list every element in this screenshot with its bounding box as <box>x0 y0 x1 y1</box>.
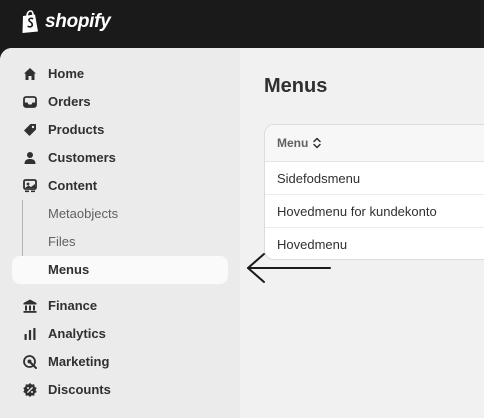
shopify-logo[interactable]: shopify <box>20 10 111 34</box>
target-icon <box>23 355 37 369</box>
table-header: Menu <box>265 125 484 162</box>
bank-icon <box>23 299 37 313</box>
sidebar-item-marketing[interactable]: Marketing <box>12 348 228 376</box>
admin-shell: Home Orders Products Customers Content M… <box>0 48 484 418</box>
menu-name-cell: Hovedmenu <box>277 237 348 252</box>
home-icon <box>24 68 36 80</box>
sort-icon <box>313 137 322 149</box>
sidebar-item-label: Discounts <box>48 382 111 397</box>
main-content: Menus Menu Sidefodsmenu Hovedmenu for ku… <box>240 48 484 418</box>
sidebar-item-products[interactable]: Products <box>12 116 228 144</box>
shopify-bag-icon <box>22 10 38 33</box>
column-header-label: Menu <box>277 136 309 150</box>
tag-icon <box>24 124 36 136</box>
sidebar-subitem-menus[interactable]: Menus <box>12 256 228 284</box>
content-icon <box>23 179 37 193</box>
table-row[interactable]: Hovedmenu for kundekonto <box>265 195 484 228</box>
sidebar-item-customers[interactable]: Customers <box>12 144 228 172</box>
sidebar-item-label: Analytics <box>48 326 106 341</box>
sidebar-item-label: Finance <box>48 298 98 313</box>
menus-table-card: Menu Sidefodsmenu Hovedmenu for kundekon… <box>264 124 484 260</box>
sidebar-item-label: Files <box>48 234 76 249</box>
bar-chart-icon <box>24 328 36 340</box>
sidebar-subitem-files[interactable]: Files <box>12 228 228 256</box>
sidebar-item-discounts[interactable]: Discounts <box>12 376 228 404</box>
sidebar-item-label: Orders <box>48 94 91 109</box>
sidebar-item-content[interactable]: Content <box>12 172 228 200</box>
sidebar-item-home[interactable]: Home <box>12 60 228 88</box>
sidebar-item-label: Customers <box>48 150 116 165</box>
page-title: Menus <box>264 75 328 97</box>
sidebar-item-finance[interactable]: Finance <box>12 292 228 320</box>
top-bar: shopify <box>0 0 484 48</box>
sidebar-item-label: Content <box>48 178 98 193</box>
discount-icon <box>23 383 37 397</box>
person-icon <box>24 152 36 164</box>
sidebar-item-label: Metaobjects <box>48 206 119 221</box>
table-row[interactable]: Sidefodsmenu <box>265 162 484 195</box>
brand-name: shopify <box>45 11 111 32</box>
inbox-icon <box>23 96 37 108</box>
sidebar-item-label: Products <box>48 122 105 137</box>
sidebar-item-label: Menus <box>48 262 90 277</box>
menu-column-header[interactable]: Menu <box>277 136 322 150</box>
sidebar: Home Orders Products Customers Content M… <box>0 48 240 418</box>
sidebar-item-orders[interactable]: Orders <box>12 88 228 116</box>
menu-name-cell: Sidefodsmenu <box>277 171 361 186</box>
sidebar-item-analytics[interactable]: Analytics <box>12 320 228 348</box>
sidebar-item-label: Marketing <box>48 354 110 369</box>
sidebar-subitem-metaobjects[interactable]: Metaobjects <box>12 200 228 228</box>
menu-name-cell: Hovedmenu for kundekonto <box>277 204 437 219</box>
sidebar-item-label: Home <box>48 66 85 81</box>
pointer-arrow-icon <box>247 253 331 283</box>
